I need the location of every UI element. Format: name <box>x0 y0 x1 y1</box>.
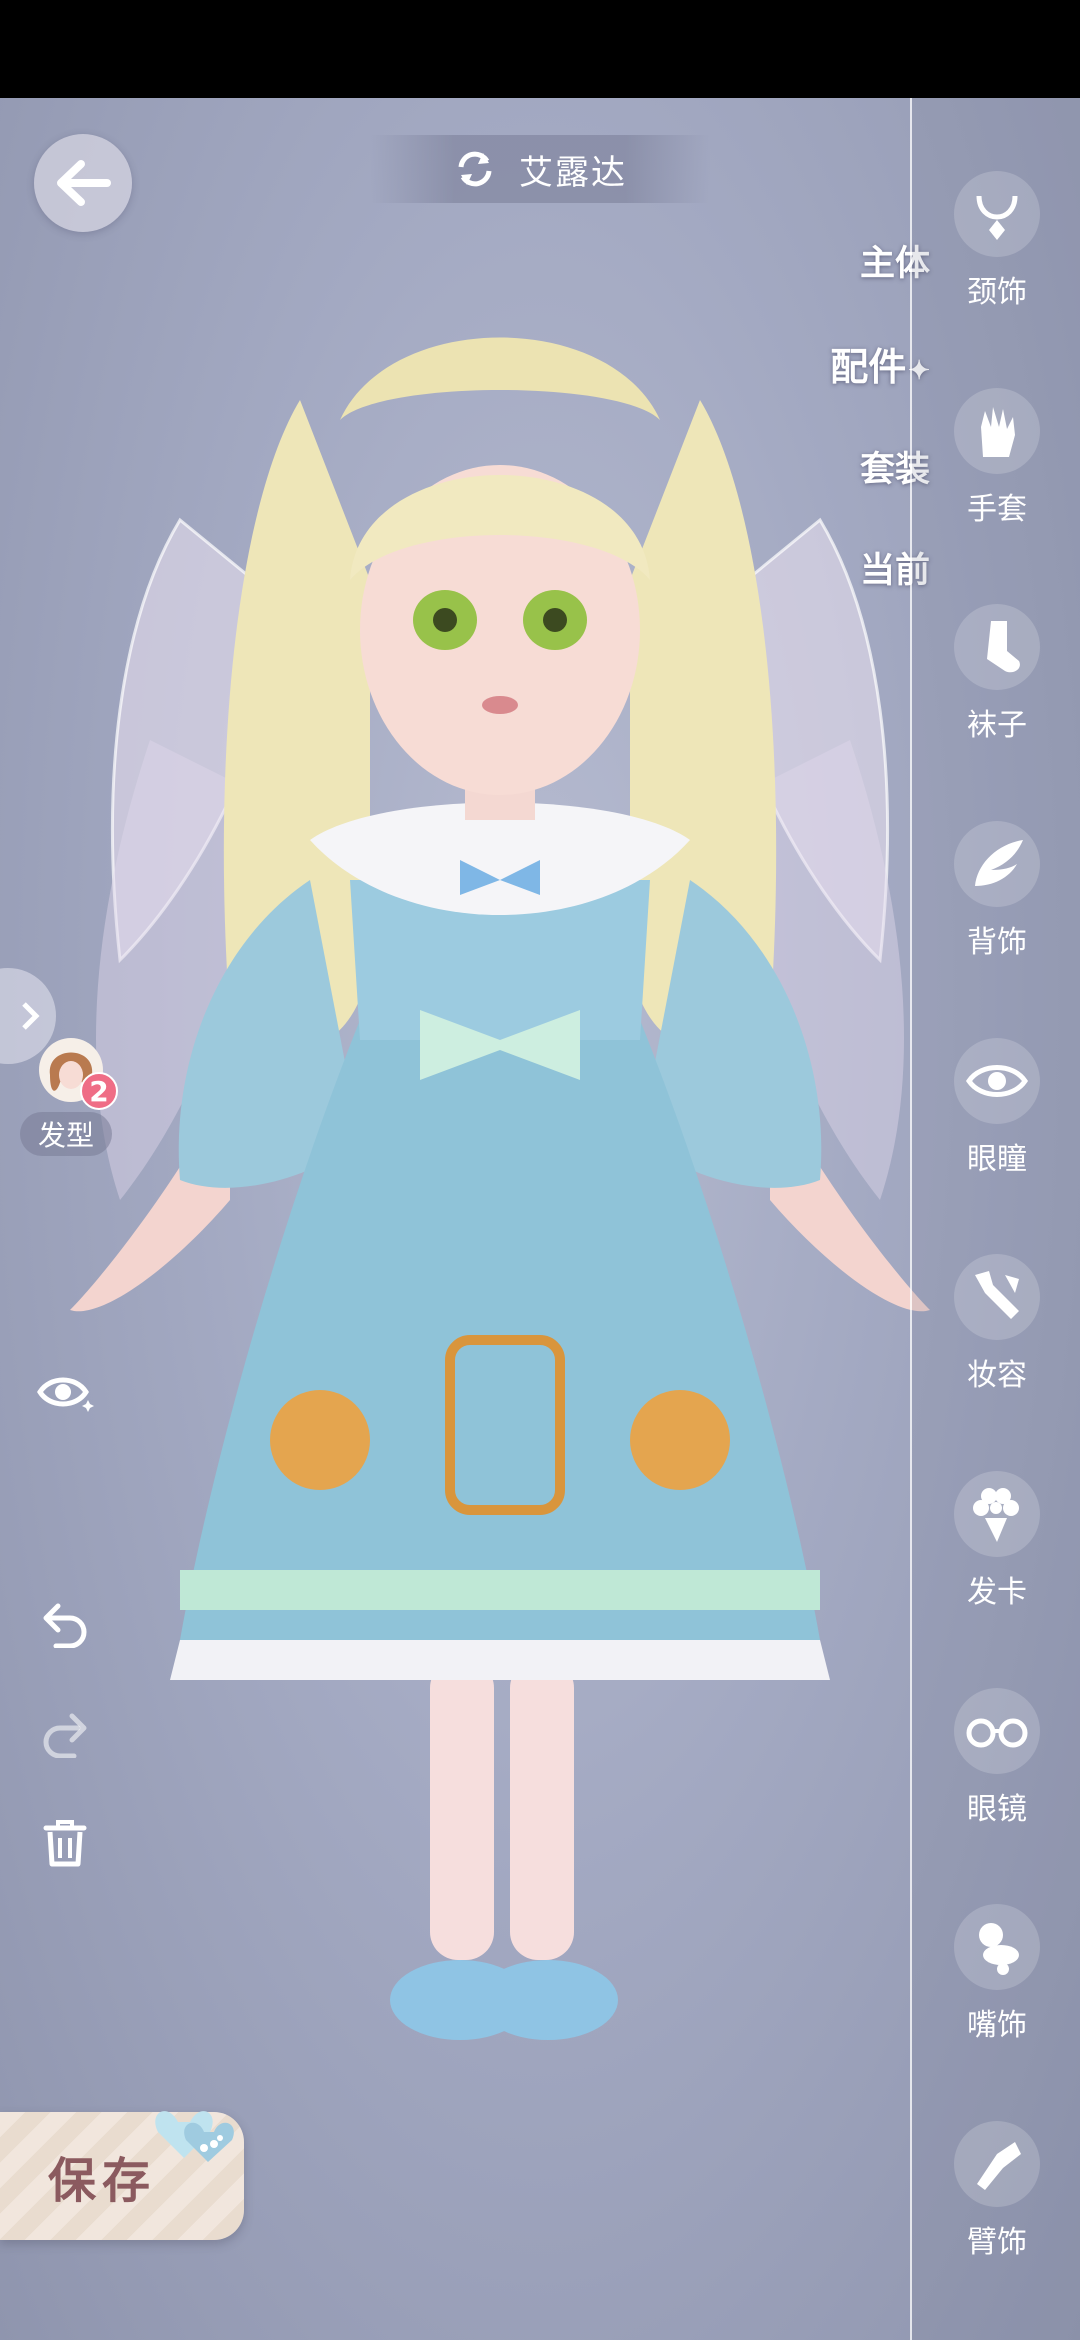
armband-icon <box>954 2121 1040 2207</box>
makeup-brush-icon <box>954 1254 1040 1340</box>
undo-icon <box>43 1603 87 1648</box>
eye-icon <box>954 1038 1040 1124</box>
save-label: 保存 <box>47 2153 156 2209</box>
refresh-icon <box>458 151 492 187</box>
glasses-icon <box>954 1688 1040 1774</box>
panel-item-label: 嘴饰 <box>967 2008 1027 2043</box>
panel-item-label: 颈饰 <box>967 275 1027 310</box>
status-bar <box>0 0 1080 98</box>
arrow-left-icon <box>57 160 111 206</box>
panel-item-makeup[interactable]: 妆容 <box>953 1248 1041 1448</box>
trash-icon <box>43 1820 87 1867</box>
panel-item-socks[interactable]: 袜子 <box>953 598 1041 798</box>
panel-divider <box>910 98 912 2340</box>
panel-item-gloves[interactable]: 手套 <box>953 382 1041 582</box>
necklace-icon <box>954 171 1040 257</box>
character-name: 艾露达 <box>519 152 627 193</box>
panel-item-eyes[interactable]: 眼瞳 <box>953 1032 1041 1232</box>
character-figure <box>70 337 930 2040</box>
save-button[interactable]: 保存 <box>0 2111 244 2240</box>
panel-item-necklace[interactable]: 颈饰 <box>953 165 1041 365</box>
redo-button[interactable] <box>32 1700 98 1766</box>
hairstyle-label[interactable]: 发型 <box>20 1112 112 1156</box>
panel-item-glasses[interactable]: 眼镜 <box>953 1682 1041 1882</box>
tab-accessories-label: 配件 <box>830 344 907 389</box>
wing-icon <box>954 821 1040 907</box>
undo-button[interactable] <box>32 1590 98 1656</box>
panel-item-armband[interactable]: 臂饰 <box>953 2115 1041 2315</box>
flower-hairpin-icon <box>954 1471 1040 1557</box>
pacifier-icon <box>954 1904 1040 1990</box>
panel-item-label: 袜子 <box>967 708 1027 743</box>
panel-item-label: 手套 <box>967 492 1027 527</box>
toggle-visibility-button[interactable] <box>32 1358 98 1424</box>
panel-item-label: 发卡 <box>967 1575 1027 1610</box>
panel-item-label: 眼镜 <box>967 1792 1027 1827</box>
chevron-double-right-icon <box>22 1002 40 1030</box>
panel-item-label: 眼瞳 <box>967 1142 1027 1177</box>
heart-decoration-icon <box>155 2111 234 2162</box>
panel-item-label: 妆容 <box>967 1358 1027 1393</box>
panel-item-label: 背饰 <box>967 925 1027 960</box>
panel-item-label: 臂饰 <box>967 2225 1027 2260</box>
panel-item-back-accessory[interactable]: 背饰 <box>953 815 1041 1015</box>
sock-icon <box>954 604 1040 690</box>
glove-icon <box>954 388 1040 474</box>
panel-item-hairpin[interactable]: 发卡 <box>953 1465 1041 1665</box>
redo-icon <box>43 1713 87 1758</box>
hairstyle-count-badge: 2 <box>80 1072 118 1110</box>
back-button[interactable] <box>34 134 132 232</box>
character-switcher[interactable]: 艾露达 <box>370 135 710 203</box>
panel-item-mouth-accessory[interactable]: 嘴饰 <box>953 1898 1041 2098</box>
delete-button[interactable] <box>32 1810 98 1876</box>
eye-sparkle-icon <box>37 1377 94 1412</box>
